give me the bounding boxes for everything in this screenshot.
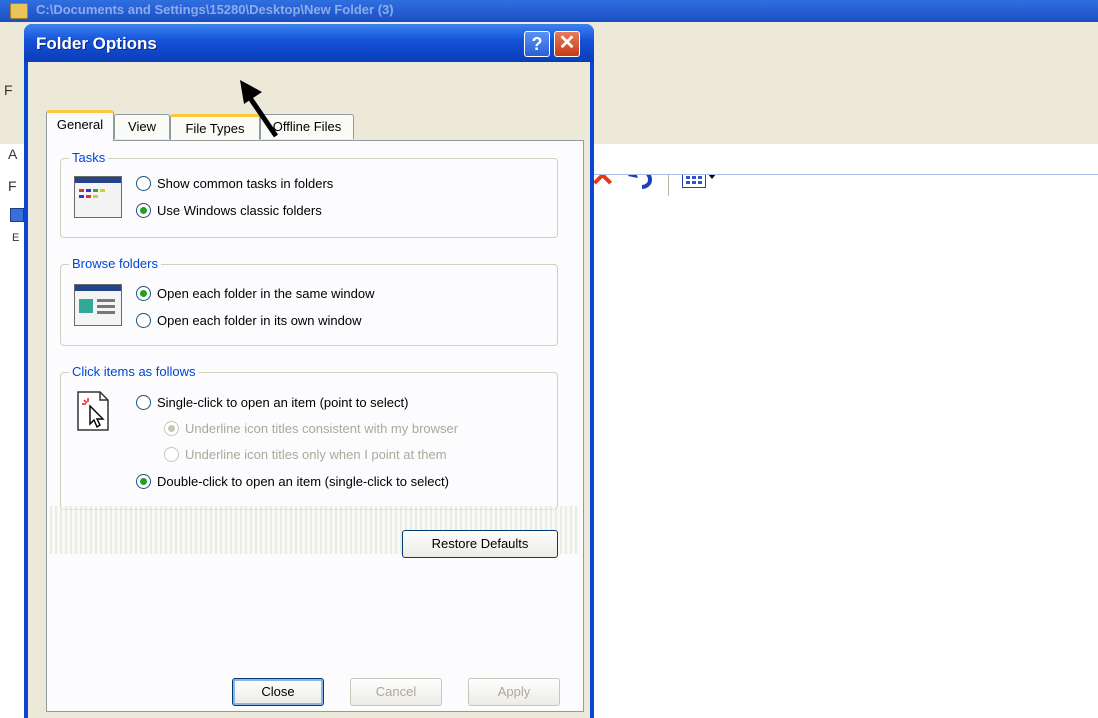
- browse-window-icon: [74, 284, 122, 326]
- radio-button[interactable]: [136, 474, 151, 489]
- radio-label: Open each folder in its own window: [157, 313, 362, 328]
- classic-folder-icon: [74, 176, 122, 218]
- browse-folders-group: Browse folders: [60, 256, 558, 346]
- address-label-fragment: A: [8, 146, 18, 162]
- background-window-title: C:\Documents and Settings\15280\Desktop\…: [36, 2, 394, 17]
- close-icon[interactable]: ✕: [554, 31, 580, 57]
- radio-button[interactable]: [136, 286, 151, 301]
- cancel-button[interactable]: Cancel: [350, 678, 442, 706]
- radio-open-own-window[interactable]: Open each folder in its own window: [136, 313, 362, 328]
- radio-label: Underline icon titles consistent with my…: [185, 421, 459, 436]
- radio-double-click[interactable]: Double-click to open an item (single-cli…: [136, 474, 449, 489]
- radio-show-common-tasks[interactable]: Show common tasks in folders: [136, 176, 333, 191]
- folders-pane: [0, 144, 26, 716]
- radio-button[interactable]: [136, 176, 151, 191]
- dialog-titlebar[interactable]: Folder Options ? ✕: [24, 24, 594, 62]
- radio-label: Single-click to open an item (point to s…: [157, 395, 409, 410]
- radio-underline-on-point[interactable]: Underline icon titles only when I point …: [164, 447, 447, 462]
- radio-button[interactable]: [164, 447, 179, 462]
- tasks-group: Tasks: [60, 150, 558, 238]
- dialog-title: Folder Options: [36, 34, 157, 53]
- browse-folders-legend: Browse folders: [69, 256, 161, 272]
- radio-label: Use Windows classic folders: [157, 203, 322, 218]
- radio-label: Underline icon titles only when I point …: [185, 447, 447, 462]
- radio-button[interactable]: [136, 203, 151, 218]
- folders-label-fragment: F: [8, 178, 17, 194]
- tab-view[interactable]: View: [114, 114, 170, 139]
- radio-button[interactable]: [136, 313, 151, 328]
- radio-use-classic-folders[interactable]: Use Windows classic folders: [136, 203, 322, 218]
- radio-label: Double-click to open an item (single-cli…: [157, 474, 449, 489]
- address-bar[interactable]: [590, 144, 1098, 175]
- pointer-click-icon: [77, 391, 109, 431]
- folder-options-dialog: Folder Options ? ✕ General View File Typ…: [24, 24, 594, 718]
- apply-button[interactable]: Apply: [468, 678, 560, 706]
- radio-button[interactable]: [136, 395, 151, 410]
- radio-label: Open each folder in the same window: [157, 286, 375, 301]
- desktop-icon[interactable]: [10, 208, 24, 222]
- radio-single-click[interactable]: Single-click to open an item (point to s…: [136, 395, 408, 410]
- dialog-client-area: General View File Types Offline Files Ta…: [28, 62, 590, 718]
- radio-label: Show common tasks in folders: [157, 176, 334, 191]
- radio-underline-consistent[interactable]: Underline icon titles consistent with my…: [164, 421, 458, 436]
- annotation-arrow-icon: [240, 80, 279, 138]
- background-window-titlebar: C:\Documents and Settings\15280\Desktop\…: [0, 0, 1098, 22]
- radio-open-same-window[interactable]: Open each folder in the same window: [136, 286, 375, 301]
- close-button[interactable]: Close: [232, 678, 324, 706]
- folder-icon: [10, 3, 28, 19]
- restore-defaults-button[interactable]: Restore Defaults: [402, 530, 558, 558]
- radio-button[interactable]: [164, 421, 179, 436]
- menu-item-fragment: F: [4, 82, 13, 98]
- click-items-group: Click items as follows: [60, 364, 558, 510]
- tree-expander-fragment: E: [12, 232, 20, 244]
- tasks-legend: Tasks: [69, 150, 109, 166]
- click-items-legend: Click items as follows: [69, 364, 199, 380]
- help-button[interactable]: ?: [524, 31, 550, 57]
- tab-general[interactable]: General: [46, 110, 114, 141]
